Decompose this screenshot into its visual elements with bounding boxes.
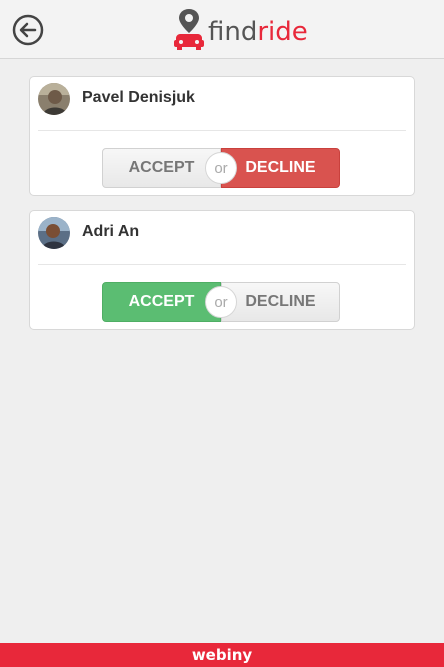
response-button-group: ACCEPT DECLINE or [102,282,342,322]
requester-name: Adri An [82,223,140,240]
decline-button[interactable]: DECLINE [221,148,340,188]
logo-text-ride: ride [257,17,308,47]
logo-text: findride [208,17,308,47]
webiny-logo: webiny [191,646,253,664]
accept-button[interactable]: ACCEPT [102,148,221,188]
divider [38,264,406,265]
or-separator: or [205,152,237,184]
back-button[interactable] [12,14,44,46]
back-arrow-icon [12,14,44,46]
decline-button[interactable]: DECLINE [221,282,340,322]
accept-button[interactable]: ACCEPT [102,282,221,322]
divider [38,130,406,131]
footer-bar: webiny [0,643,444,667]
request-card: Adri An ACCEPT DECLINE or [29,210,415,330]
requester-name: Pavel Denisjuk [82,89,195,106]
car-pin-icon [174,9,204,50]
logo-text-find: find [208,17,258,47]
request-card: Pavel Denisjuk ACCEPT DECLINE or [29,76,415,196]
findride-logo: findride [172,5,308,51]
response-button-group: ACCEPT DECLINE or [102,148,342,188]
or-separator: or [205,286,237,318]
app-header: findride [0,0,444,59]
avatar [38,217,70,249]
avatar [38,83,70,115]
